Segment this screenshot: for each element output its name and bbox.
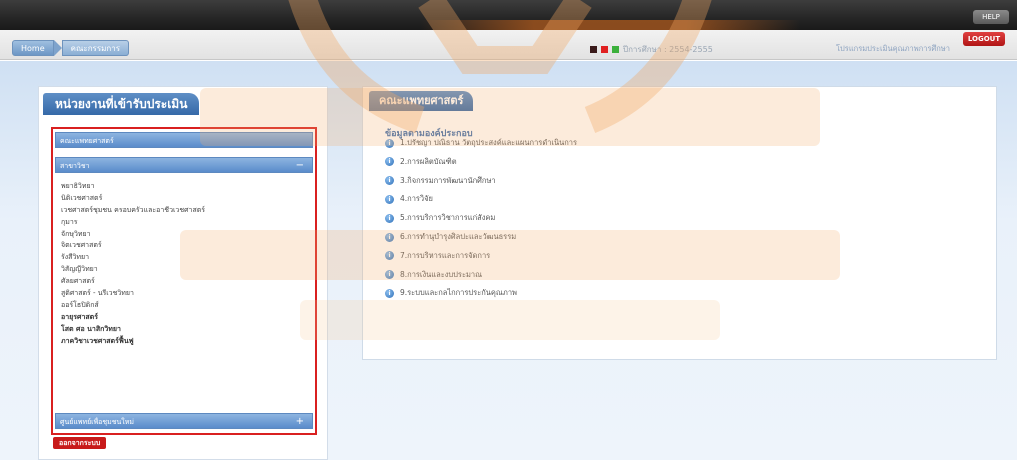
component-menu-label: 1.ปรัชญา ปณิธาน วัตถุประสงค์และแผนการดำเ… [400,138,578,147]
accordion-departments-label: สาขาวิชา [60,162,90,170]
component-menu-item[interactable]: i 7.การบริหารและการจัดการ [385,250,490,262]
unit-list-highlight: คณะแพทยศาสตร์ สาขาวิชา − พยาธิวิทยา นิติเ… [51,127,317,435]
exit-system-button[interactable]: ออกจากระบบ [53,437,107,449]
unit-panel-title: หน่วยงานที่เข้ารับประเมิน [43,93,200,115]
accordion-faculty[interactable]: คณะแพทยศาสตร์ [55,132,313,148]
department-item[interactable]: อายุรศาสตร์ [61,312,311,324]
component-menu-label: 2.การผลิตบัณฑิต [400,156,457,166]
faculty-panel: คณะแพทยศาสตร์ ข้อมูลตามองค์ประกอบ i 1.ปรั… [362,86,997,360]
component-menu-label: 9.ระบบและกลไกการประกันคุณภาพ [400,288,517,298]
component-menu-item[interactable]: i 8.การเงินและงบประมาณ [385,269,482,281]
department-item[interactable]: ศัลยศาสตร์ [61,276,311,288]
department-item[interactable]: ภาควิชาเวชศาสตร์ฟื้นฟู [61,336,311,348]
status-square-icon [590,46,597,53]
component-menu-item[interactable]: i 6.การทำนุบำรุงศิลปะและวัฒนธรรม [385,231,516,243]
breadcrumb: Home คณะกรรมการ [12,40,130,56]
header-decoration [420,20,800,30]
component-menu-label: 6.การทำนุบำรุงศิลปะและวัฒนธรรม [400,232,517,241]
info-icon: i [385,194,394,204]
info-icon: i [385,176,394,186]
info-icon: i [385,213,394,223]
department-item[interactable]: ออร์โธปิดิกส์ [61,300,311,312]
component-menu-label: 4.การวิจัย [400,194,433,204]
department-item[interactable]: รังสีวิทยา [61,252,311,264]
info-icon: i [385,288,394,298]
department-item[interactable]: จิตเวชศาสตร์ [61,240,311,252]
component-menu-label: 7.การบริหารและการจัดการ [400,250,491,260]
component-menu-item[interactable]: i 3.กิจกรรมการพัฒนานักศึกษา [385,175,496,187]
breadcrumb-home[interactable]: Home [12,40,54,56]
department-item[interactable]: สูติศาสตร์ - นรีเวชวิทยา [61,288,311,300]
navigation-bar: Home คณะกรรมการ ปีการศึกษา : 2554-2555 โ… [0,30,1017,60]
accordion-community-center[interactable]: ศูนย์แพทย์เพื่อชุมชนใหม่ + [55,413,313,429]
status-info: ปีการศึกษา : 2554-2555 [590,43,713,56]
department-item[interactable]: โสต ศอ นาสิกวิทยา [61,324,311,336]
department-item[interactable]: วิสัญญีวิทยา [61,264,311,276]
component-menu-label: 3.กิจกรรมการพัฒนานักศึกษา [400,175,496,185]
department-list: พยาธิวิทยา นิติเวชศาสตร์ เวชศาสตร์ชุมชน คร… [61,181,311,347]
program-link[interactable]: โปรแกรมประเมินคุณภาพการศึกษา [836,43,950,55]
logout-button[interactable]: LOGOUT [963,32,1005,46]
component-menu-label: 5.การบริการวิชาการแก่สังคม [400,213,496,223]
unit-panel: หน่วยงานที่เข้ารับประเมิน คณะแพทยศาสตร์ … [38,86,328,460]
info-icon: i [385,270,394,280]
status-square-icon [612,46,619,53]
help-button[interactable]: HELP [973,10,1009,24]
component-menu-item[interactable]: i 1.ปรัชญา ปณิธาน วัตถุประสงค์และแผนการดำ… [385,137,577,149]
component-menu-item[interactable]: i 5.การบริการวิชาการแก่สังคม [385,212,495,224]
collapse-icon[interactable]: − [296,158,304,174]
component-menu-item[interactable]: i 9.ระบบและกลไกการประกันคุณภาพ [385,287,517,299]
info-icon: i [385,138,394,148]
component-menu-label: 8.การเงินและงบประมาณ [400,269,483,279]
department-item[interactable]: กุมาร [61,217,311,229]
expand-icon[interactable]: + [296,414,304,430]
department-item[interactable]: พยาธิวิทยา [61,181,311,193]
department-item[interactable]: เวชศาสตร์ชุมชน ครอบครัวและอาชีวเวชศาสตร์ [61,205,311,217]
status-square-icon [601,46,608,53]
department-item[interactable]: นิติเวชศาสตร์ [61,193,311,205]
accordion-community-label: ศูนย์แพทย์เพื่อชุมชนใหม่ [60,418,134,426]
top-header-bar: HELP [0,0,1017,30]
breadcrumb-separator-icon [53,40,62,56]
accordion-departments[interactable]: สาขาวิชา − [55,157,313,173]
info-icon: i [385,232,394,242]
academic-year-text: ปีการศึกษา : 2554-2555 [623,45,713,54]
faculty-panel-title: คณะแพทยศาสตร์ [369,91,474,111]
department-item[interactable]: จักษุวิทยา [61,229,311,241]
component-menu-item[interactable]: i 4.การวิจัย [385,193,433,205]
accordion-faculty-label: คณะแพทยศาสตร์ [60,137,114,145]
component-menu-item[interactable]: i 2.การผลิตบัณฑิต [385,156,457,168]
breadcrumb-current[interactable]: คณะกรรมการ [61,40,130,56]
info-icon: i [385,157,394,167]
info-icon: i [385,251,394,261]
